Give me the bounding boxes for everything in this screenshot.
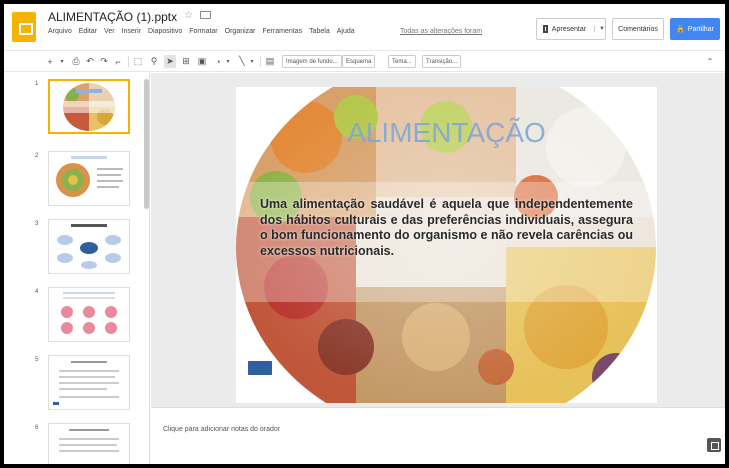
- background-button[interactable]: Imagem de fundo...: [282, 55, 342, 68]
- lock-icon: 🔒: [676, 26, 685, 33]
- explore-icon[interactable]: [707, 438, 721, 452]
- redo-icon[interactable]: ↷: [98, 55, 110, 68]
- menu-item-tools[interactable]: Ferramentas: [262, 28, 302, 35]
- notes-placeholder[interactable]: Clique para adicionar notas do orador: [163, 426, 280, 433]
- slide-thumbnail-1[interactable]: [48, 79, 130, 134]
- thumbnail-text: [53, 361, 119, 405]
- menu-item-arrange[interactable]: Organizar: [225, 28, 256, 35]
- toolbar: + ▾ ⎙ ↶ ↷ ⌐ ⬚ ⚲ ➤ ⊞ ▣ ◔ ▾ ╲ ▾ ▤ Imagem d…: [4, 50, 725, 72]
- menu-item-insert[interactable]: Inserir: [122, 28, 141, 35]
- thumbnail-diagram: [57, 224, 121, 269]
- slide-filmstrip: 1 2 3 4 5 6: [4, 73, 150, 464]
- chevron-down-icon[interactable]: ▾: [224, 55, 232, 68]
- filmstrip-scrollbar[interactable]: [144, 79, 149, 209]
- menu-item-file[interactable]: Arquivo: [48, 28, 72, 35]
- slide-number: 6: [35, 425, 39, 431]
- toolbar-divider: [260, 56, 261, 67]
- slide-thumbnail-4[interactable]: [48, 287, 130, 342]
- share-button[interactable]: 🔒 Partilhar: [670, 18, 720, 40]
- shape-icon[interactable]: ◔: [212, 55, 224, 68]
- slide-body-text[interactable]: Uma alimentação saudável é aquela que in…: [260, 197, 633, 259]
- slide-number: 4: [35, 289, 39, 295]
- theme-button[interactable]: Tema...: [388, 55, 416, 68]
- chevron-down-icon[interactable]: ▼: [594, 26, 605, 32]
- slide-badge: [248, 361, 272, 375]
- comment-add-icon[interactable]: ▤: [264, 55, 276, 68]
- toolbar-divider: [128, 56, 129, 67]
- text-box-icon[interactable]: ⊞: [180, 55, 192, 68]
- slides-editor-window: ALIMENTAÇÃO (1).pptx ☆ Arquivo Editar Ve…: [4, 4, 725, 464]
- star-icon[interactable]: ☆: [184, 10, 193, 21]
- last-edit-link[interactable]: Todas as alterações foram: [400, 28, 482, 35]
- current-slide[interactable]: ALIMENTAÇÃO Uma alimentação saudável é a…: [236, 87, 657, 403]
- select-cursor-icon[interactable]: ➤: [164, 55, 176, 68]
- slide-thumbnail-3[interactable]: [48, 219, 130, 274]
- slide-thumbnail-2[interactable]: [48, 151, 130, 206]
- slides-logo-icon[interactable]: [12, 12, 36, 42]
- present-icon: [543, 25, 548, 33]
- thumbnail-plate: [56, 156, 123, 197]
- layout-dropdown[interactable]: Esquema: [342, 55, 376, 68]
- thumbnail-text: [59, 429, 119, 452]
- undo-icon[interactable]: ↶: [84, 55, 96, 68]
- image-icon[interactable]: ▣: [196, 55, 208, 68]
- slide-canvas-area: ALIMENTAÇÃO Uma alimentação saudável é a…: [151, 73, 725, 407]
- present-button[interactable]: Apresentar ▼: [536, 18, 606, 40]
- slide-thumbnail-5[interactable]: [48, 355, 130, 410]
- menu-item-edit[interactable]: Editar: [79, 28, 97, 35]
- share-label: Partilhar: [687, 25, 714, 33]
- slide-number: 1: [35, 81, 39, 87]
- app-header: ALIMENTAÇÃO (1).pptx ☆ Arquivo Editar Ve…: [4, 4, 725, 50]
- menu-item-help[interactable]: Ajuda: [337, 28, 355, 35]
- thumbnail-hearts: [61, 292, 117, 334]
- zoom-fit-icon[interactable]: ⬚: [132, 55, 144, 68]
- zoom-icon[interactable]: ⚲: [148, 55, 160, 68]
- slide-number: 2: [35, 153, 39, 159]
- folder-icon[interactable]: [200, 11, 211, 19]
- menu-item-slide[interactable]: Diapositivo: [148, 28, 182, 35]
- menu-item-table[interactable]: Tabela: [309, 28, 330, 35]
- transition-button[interactable]: Transição...: [422, 55, 462, 68]
- collapse-toolbar-icon[interactable]: ⌃: [704, 55, 716, 68]
- slide-number: 3: [35, 221, 39, 227]
- slide-title[interactable]: ALIMENTAÇÃO: [236, 117, 657, 149]
- comments-button[interactable]: Comentários: [612, 18, 664, 40]
- present-label: Apresentar: [551, 25, 587, 33]
- chevron-down-icon[interactable]: ▾: [248, 55, 256, 68]
- menu-item-format[interactable]: Formatar: [189, 28, 217, 35]
- menu-bar: Arquivo Editar Ver Inserir Diapositivo F…: [48, 28, 355, 35]
- speaker-notes[interactable]: Clique para adicionar notas do orador: [151, 407, 725, 464]
- paint-format-icon[interactable]: ⌐: [112, 55, 124, 68]
- print-icon[interactable]: ⎙: [70, 55, 82, 68]
- menu-item-view[interactable]: Ver: [104, 28, 115, 35]
- line-icon[interactable]: ╲: [236, 55, 248, 68]
- add-slide-icon[interactable]: +: [44, 55, 56, 68]
- slide-number: 5: [35, 357, 39, 363]
- document-title[interactable]: ALIMENTAÇÃO (1).pptx: [48, 10, 177, 24]
- chevron-down-icon[interactable]: ▾: [58, 55, 66, 68]
- slide-thumbnail-6[interactable]: [48, 423, 130, 464]
- thumbnail-food-circle: [62, 83, 116, 131]
